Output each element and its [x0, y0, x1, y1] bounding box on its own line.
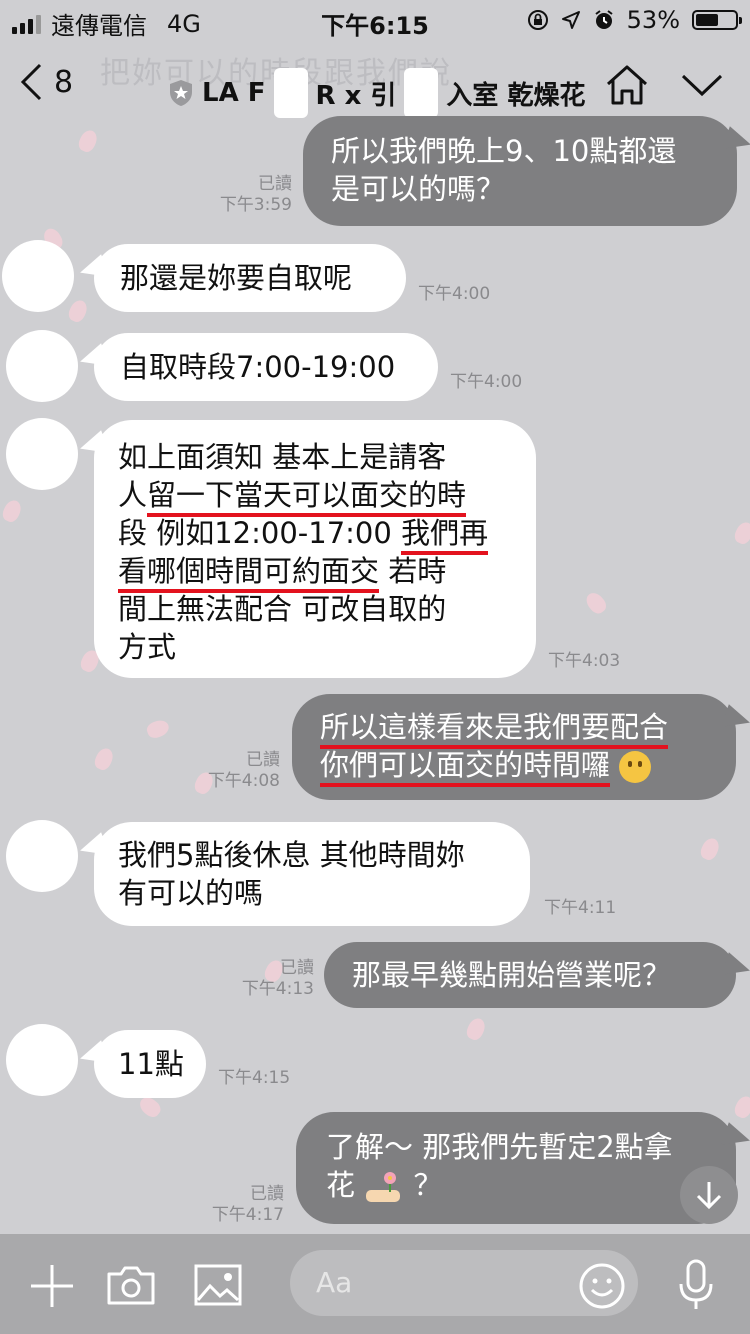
message-text: ？ [413, 1168, 443, 1202]
chat-title[interactable]: LA F R x 引 入室 乾燥花 [168, 68, 585, 118]
title-part-3: 入室 乾燥花 [446, 80, 586, 111]
chevron-left-icon [20, 63, 42, 101]
avatar[interactable] [6, 418, 78, 490]
back-button[interactable]: 8 [18, 62, 73, 102]
read-receipt: 已讀 [246, 750, 280, 770]
verified-shield-icon [170, 80, 192, 106]
redacted-block [404, 68, 439, 118]
message-bubble-outgoing[interactable]: 所以我們晚上9、10點都還 是可以的嗎？ [303, 116, 737, 226]
avatar[interactable] [6, 330, 78, 402]
message-text: 方式 [118, 630, 177, 664]
message-meta: 已讀 下午4:08 [188, 750, 280, 792]
input-placeholder: Aa [316, 1266, 353, 1299]
underlined-text: 所以這樣看來是我們要配合 [320, 710, 669, 749]
battery-icon [692, 10, 742, 30]
message-bubble-outgoing[interactable]: 那最早幾點開始營業呢？ [324, 942, 736, 1008]
message-text: 間上無法配合 可改自取的 [118, 592, 447, 626]
message-text: 那還是妳要自取呢 [120, 261, 353, 295]
message-time: 下午4:08 [207, 771, 280, 791]
message-time: 下午4:13 [241, 979, 314, 999]
message-time: 下午4:00 [450, 372, 523, 392]
message-text: 我們5點後休息 其他時間妳 [118, 838, 465, 872]
message-text: 11點 [118, 1047, 184, 1081]
message-text: 自取時段7:00-19:00 [120, 350, 396, 384]
read-receipt: 已讀 [250, 1184, 284, 1204]
message-bubble-incoming[interactable]: 11點 [94, 1030, 206, 1098]
message-bubble-incoming[interactable]: 如上面須知 基本上是請客 人留一下當天可以面交的時 段 例如12:00-17:0… [94, 420, 536, 678]
avatar[interactable] [2, 240, 74, 312]
message-bubble-outgoing[interactable]: 所以這樣看來是我們要配合 你們可以面交的時間囉 [292, 694, 736, 800]
message-bubble-incoming[interactable]: 自取時段7:00-19:00 [94, 333, 438, 401]
location-icon [561, 11, 580, 29]
read-receipt: 已讀 [280, 958, 314, 978]
avatar[interactable] [6, 1024, 78, 1096]
message-text: 若時 [379, 554, 447, 588]
home-icon[interactable] [604, 64, 650, 106]
alarm-icon [595, 10, 613, 29]
message-text: 那最早幾點開始營業呢？ [352, 958, 672, 992]
message-meta: 已讀 下午4:13 [222, 958, 314, 1000]
scroll-to-bottom-button[interactable] [680, 1166, 738, 1224]
input-bar: Aa [0, 1234, 750, 1334]
chevron-down-icon[interactable] [680, 70, 724, 100]
image-icon[interactable] [194, 1264, 242, 1306]
flower-hand-emoji [366, 1172, 401, 1202]
message-text: 所以我們晚上9、10點都還 [331, 134, 677, 168]
thinking-face-emoji [619, 751, 652, 783]
redacted-block [273, 68, 308, 118]
message-meta: 已讀 下午3:59 [200, 174, 292, 216]
underlined-text: 留一下當天可以面交的時 [147, 478, 467, 517]
message-time: 下午4:15 [218, 1068, 291, 1088]
read-receipt: 已讀 [258, 174, 292, 194]
message-bubble-incoming[interactable]: 我們5點後休息 其他時間妳 有可以的嗎 [94, 822, 530, 926]
message-text: 人 [118, 478, 148, 512]
message-text: 花 [326, 1168, 356, 1202]
orientation-lock-icon [527, 10, 548, 30]
message-time: 下午4:00 [418, 284, 491, 304]
message-time: 下午4:03 [548, 651, 621, 671]
message-time: 下午3:59 [219, 195, 292, 215]
chat-header: 把妳可以的時段跟我們說 8 LA F R x 引 入室 乾燥花 [0, 44, 750, 122]
message-text: 有可以的嗎 [118, 876, 264, 910]
message-text: 如上面須知 基本上是請客 [118, 440, 447, 474]
avatar[interactable] [6, 820, 78, 892]
message-text: 段 例如12:00-17:00 [118, 516, 402, 550]
plus-icon[interactable] [28, 1262, 76, 1310]
underlined-text: 看哪個時間可約面交 [118, 554, 380, 593]
battery-percent: 53% [626, 6, 680, 34]
status-bar: 遠傳電信 4G 下午6:15 53% [0, 0, 750, 40]
message-time: 下午4:17 [211, 1205, 284, 1225]
underlined-text: 我們再 [401, 516, 489, 555]
microphone-icon[interactable] [676, 1258, 716, 1312]
arrow-down-icon [696, 1182, 722, 1210]
unread-count: 8 [54, 64, 74, 100]
title-part-1: LA F [202, 78, 266, 108]
smiley-icon[interactable] [578, 1262, 626, 1310]
message-bubble-incoming[interactable]: 那還是妳要自取呢 [94, 244, 406, 312]
underlined-text: 你們可以面交的時間囉 [320, 748, 611, 787]
message-meta: 已讀 下午4:17 [192, 1184, 284, 1226]
message-text: 是可以的嗎？ [331, 172, 506, 206]
message-time: 下午4:11 [544, 898, 617, 918]
message-bubble-outgoing[interactable]: 了解～ 那我們先暫定2點拿 花 ？ [296, 1112, 736, 1224]
message-text: 了解～ 那我們先暫定2點拿 [326, 1130, 673, 1164]
title-part-2: R x 引 [315, 80, 397, 111]
camera-icon[interactable] [106, 1264, 156, 1306]
